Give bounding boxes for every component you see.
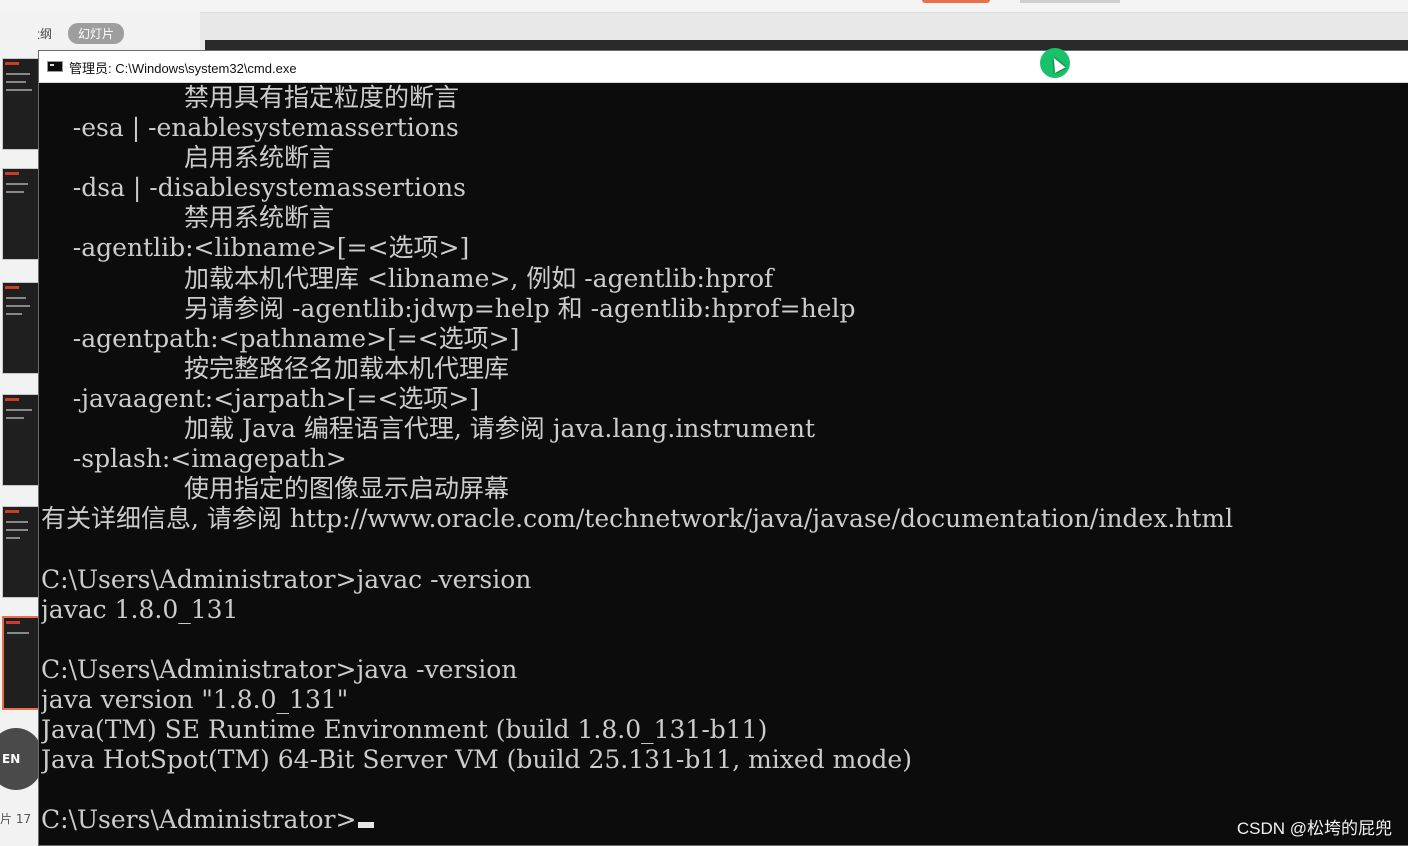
console-line: -agentpath:<pathname>[=<选项>] <box>41 323 520 353</box>
console-line: 禁用具有指定粒度的断言 <box>41 83 460 112</box>
console-line: 加载 Java 编程语言代理, 请参阅 java.lang.instrument <box>41 414 815 444</box>
text-caret <box>358 822 375 829</box>
console-line: C:\Users\Administrator>java -version <box>41 654 518 684</box>
console-line: C:\Users\Administrator> <box>41 805 1407 835</box>
console-line: C:\Users\Administrator>javac -version <box>41 564 532 594</box>
watermark: CSDN @松垮的屁兜 <box>1236 819 1392 838</box>
slide-number: 片 17 <box>0 812 32 826</box>
window-title: 管理员: C:\Windows\system32\cmd.exe <box>69 61 297 76</box>
slide-thumbnail[interactable] <box>2 394 40 486</box>
app-top-accent <box>922 0 990 3</box>
console-line: 禁用系统断言 <box>41 203 335 233</box>
language-badge[interactable]: EN <box>0 728 42 790</box>
console-line: javac 1.8.0_131 <box>41 594 239 624</box>
console-line: 使用指定的图像显示启动屏幕 <box>41 474 510 504</box>
app-top-control <box>1020 0 1120 3</box>
console-line: 另请参阅 -agentlib:jdwp=help 和 -agentlib:hpr… <box>41 293 856 323</box>
console-output[interactable]: 禁用具有指定粒度的断言 -esa | -enablesystemassertio… <box>41 83 1407 845</box>
console-line: -splash:<imagepath> <box>41 444 347 474</box>
tab-slides[interactable]: 幻灯片 <box>68 23 125 44</box>
console-line: Java HotSpot(TM) 64-Bit Server VM (build… <box>41 745 912 775</box>
console-line: 有关详细信息, 请参阅 http://www.oracle.com/techne… <box>41 504 1234 534</box>
console-line: 启用系统断言 <box>41 143 335 173</box>
slide-thumbnail[interactable] <box>2 58 40 150</box>
title-bar[interactable]: 管理员: C:\Windows\system32\cmd.exe <box>39 48 1408 83</box>
cmd-window[interactable]: 管理员: C:\Windows\system32\cmd.exe 禁用具有指定粒… <box>38 48 1408 846</box>
cmd-icon <box>47 61 63 72</box>
console-line: 加载本机代理库 <libname>, 例如 -agentlib:hprof <box>41 263 774 293</box>
console-line: Java(TM) SE Runtime Environment (build 1… <box>41 714 768 744</box>
console-line: -dsa | -disablesystemassertions <box>41 173 466 203</box>
console-line: 按完整路径名加载本机代理库 <box>41 353 510 383</box>
slide-thumbnail-active[interactable] <box>2 616 42 710</box>
slide-thumbnail[interactable] <box>2 282 40 374</box>
slide-thumbnail[interactable] <box>2 506 40 598</box>
console-line: -agentlib:<libname>[=<选项>] <box>41 233 470 263</box>
console-line: -esa | -enablesystemassertions <box>41 113 459 143</box>
slide-thumbnail[interactable] <box>2 168 40 260</box>
app-top-bar <box>0 0 1408 13</box>
console-line: java version "1.8.0_131" <box>41 684 349 714</box>
console-line: -javaagent:<jarpath>[=<选项>] <box>41 383 480 413</box>
